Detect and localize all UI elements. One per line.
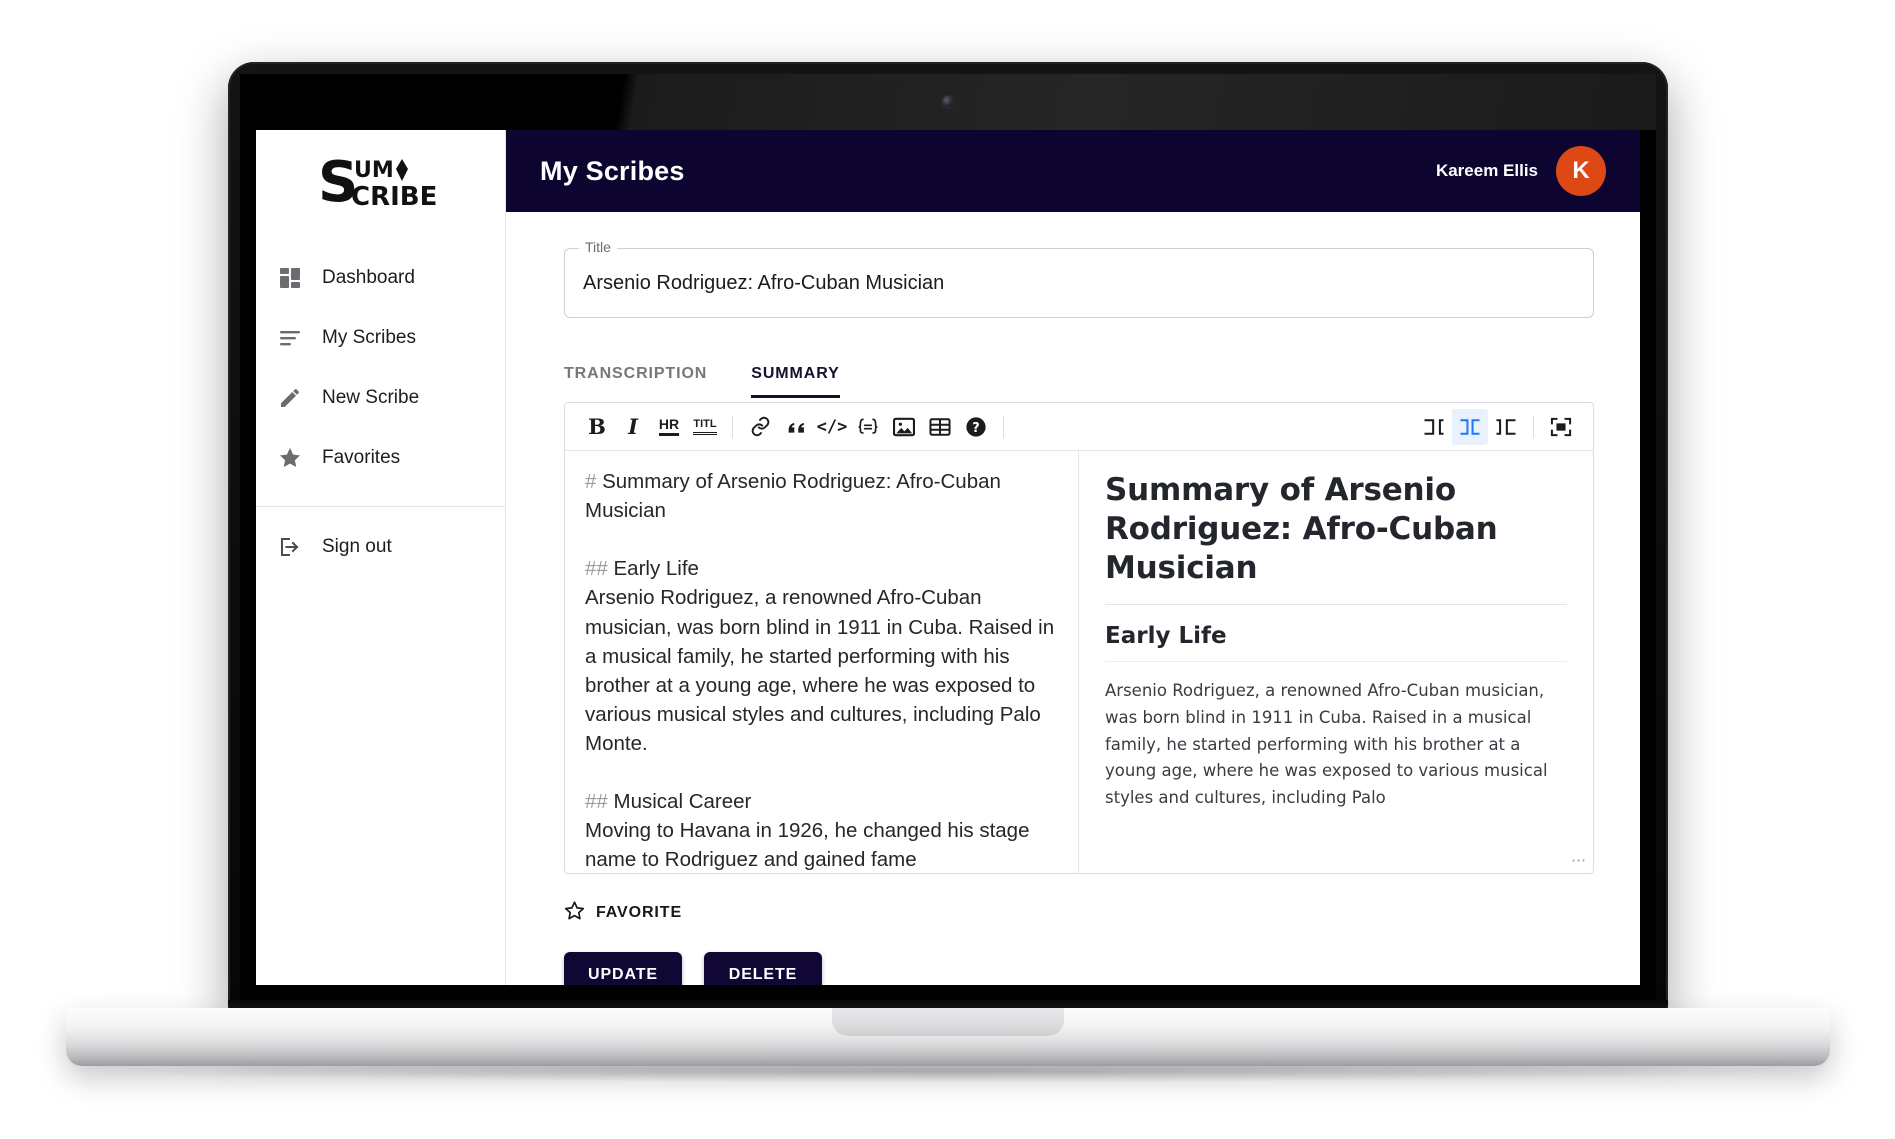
user-name-label: Kareem Ellis <box>1435 161 1538 180</box>
header-user-area[interactable]: Kareem Ellis K <box>1436 146 1606 196</box>
markdown-line: ## Musical Career <box>585 787 1058 816</box>
webcam-icon <box>942 96 954 107</box>
markdown-line: # Summary of Arsenio Rodriguez: Afro-Cub… <box>585 467 1058 525</box>
sidebar-item-my-scribes[interactable]: My Scribes <box>256 308 505 368</box>
favorite-toggle[interactable]: FAVORITE <box>564 900 1594 926</box>
markdown-text: Early Life <box>607 557 699 581</box>
preview-subheading-rule <box>1105 661 1567 663</box>
sidebar-item-label: My Scribes <box>322 327 416 348</box>
update-button[interactable]: UPDATE <box>564 952 682 985</box>
markdown-text: Summary of Arsenio Rodriguez: Afro-Cuban… <box>585 470 1007 523</box>
heading-hash: ## <box>585 557 608 581</box>
sidebar-nav: Dashboard My Scribes New Scribe Favorite… <box>256 248 505 577</box>
laptop-lid: S UM CRIBE Dashboard My Scribes New Scri… <box>228 62 1668 1017</box>
view-preview-only-button[interactable] <box>1488 409 1524 445</box>
pencil-icon <box>278 386 322 410</box>
markdown-blank-line <box>585 758 1058 787</box>
tab-bar: TRANSCRIPTION SUMMARY <box>564 352 1594 398</box>
editor-panes: # Summary of Arsenio Rodriguez: Afro-Cub… <box>565 451 1593 873</box>
sidebar-item-sign-out[interactable]: Sign out <box>256 517 505 577</box>
quote-icon[interactable] <box>778 409 814 445</box>
top-header-bar: My Scribes Kareem Ellis K <box>506 130 1640 212</box>
toolbar-divider-right <box>1533 415 1534 438</box>
page-title: My Scribes <box>540 155 685 186</box>
svg-text:?: ? <box>972 420 979 435</box>
content-area: Title Arsenio Rodriguez: Afro-Cuban Musi… <box>506 212 1640 985</box>
sidebar-divider <box>256 506 505 507</box>
screen: S UM CRIBE Dashboard My Scribes New Scri… <box>256 130 1640 985</box>
title-field[interactable]: Title Arsenio Rodriguez: Afro-Cuban Musi… <box>564 239 1594 318</box>
link-icon[interactable] <box>742 409 778 445</box>
title-input[interactable]: Arsenio Rodriguez: Afro-Cuban Musician <box>583 272 944 295</box>
markdown-editor: B I HR TITL </> ? # Summary of Arsenio R… <box>564 402 1594 874</box>
logout-icon <box>278 535 322 559</box>
toolbar-left-group: B I HR TITL </> ? <box>579 409 1013 445</box>
laptop-base-notch <box>832 1008 1064 1036</box>
tab-transcription[interactable]: TRANSCRIPTION <box>564 365 707 398</box>
list-lines-icon <box>278 326 322 350</box>
avatar[interactable]: K <box>1556 146 1606 196</box>
code-block-icon[interactable] <box>850 409 886 445</box>
title-button[interactable]: TITL <box>687 409 723 445</box>
svg-text:UM: UM <box>354 158 394 183</box>
star-filled-icon <box>278 446 322 470</box>
markdown-text: Musical Career <box>607 790 752 814</box>
bold-button[interactable]: B <box>579 409 615 445</box>
table-icon[interactable] <box>922 409 958 445</box>
preview-heading-1: Summary of Arsenio Rodriguez: Afro-Cuban… <box>1105 472 1498 587</box>
horizontal-rule-button[interactable]: HR <box>651 409 687 445</box>
help-icon[interactable]: ? <box>958 409 994 445</box>
markdown-text: Moving to Havana in 1926, he changed his… <box>585 819 1036 872</box>
code-icon[interactable]: </> <box>814 409 850 445</box>
preview-heading-2: Early Life <box>1105 623 1227 650</box>
laptop-bezel: S UM CRIBE Dashboard My Scribes New Scri… <box>240 74 1656 1005</box>
view-edit-only-button[interactable] <box>1416 409 1452 445</box>
sidebar-item-new-scribe[interactable]: New Scribe <box>256 368 505 428</box>
preview-paragraph: Arsenio Rodriguez, a renowned Afro-Cuban… <box>1105 681 1548 808</box>
markdown-line: Arsenio Rodriguez, a renowned Afro-Cuban… <box>585 583 1058 758</box>
app-root: S UM CRIBE Dashboard My Scribes New Scri… <box>256 130 1640 985</box>
sidebar-item-label: Favorites <box>322 447 401 468</box>
title-field-legend: Title <box>579 239 617 255</box>
sidebar-item-label: New Scribe <box>322 387 420 408</box>
app-logo[interactable]: S UM CRIBE <box>256 130 505 234</box>
sidebar-item-favorites[interactable]: Favorites <box>256 428 505 488</box>
main-area: My Scribes Kareem Ellis K Title Arsenio … <box>506 130 1640 985</box>
editor-toolbar: B I HR TITL </> ? <box>565 403 1593 451</box>
sidebar: S UM CRIBE Dashboard My Scribes New Scri… <box>256 130 506 985</box>
sidebar-item-label: Dashboard <box>322 267 415 288</box>
toolbar-divider <box>732 415 733 438</box>
markdown-preview-pane: Summary of Arsenio Rodriguez: Afro-Cuban… <box>1079 451 1593 873</box>
markdown-text: Arsenio Rodriguez, a renowned Afro-Cuban… <box>585 586 1060 755</box>
markdown-line: Moving to Havana in 1926, he changed his… <box>585 816 1058 873</box>
preview-heading-rule <box>1105 604 1567 606</box>
italic-button[interactable]: I <box>615 409 651 445</box>
favorite-label: FAVORITE <box>596 904 683 921</box>
tab-summary[interactable]: SUMMARY <box>751 365 840 398</box>
view-split-button[interactable] <box>1452 408 1488 445</box>
markdown-line: ## Early Life <box>585 554 1058 583</box>
image-icon[interactable] <box>886 409 922 445</box>
action-button-row: UPDATE DELETE <box>564 952 1594 985</box>
dashboard-grid-icon <box>278 266 322 290</box>
heading-hash: ## <box>585 790 608 814</box>
laptop-base <box>66 1008 1830 1066</box>
markdown-blank-line <box>585 525 1058 554</box>
heading-hash: # <box>585 470 597 493</box>
markdown-source-pane[interactable]: # Summary of Arsenio Rodriguez: Afro-Cub… <box>565 451 1079 873</box>
sidebar-item-label: Sign out <box>322 536 392 557</box>
fullscreen-button[interactable] <box>1543 409 1579 445</box>
svg-text:CRIBE: CRIBE <box>351 182 437 212</box>
delete-button[interactable]: DELETE <box>704 952 822 985</box>
star-outline-icon <box>564 900 585 926</box>
toolbar-right-group <box>1416 408 1579 445</box>
toolbar-divider-end <box>1003 415 1004 438</box>
sidebar-item-dashboard[interactable]: Dashboard <box>256 248 505 308</box>
laptop-bezel-top <box>240 74 1656 130</box>
sumscribe-logo-icon: S UM CRIBE <box>318 151 437 213</box>
resize-handle[interactable]: ⋯ <box>1571 851 1587 869</box>
screenshot-stage: S UM CRIBE Dashboard My Scribes New Scri… <box>0 0 1895 1139</box>
